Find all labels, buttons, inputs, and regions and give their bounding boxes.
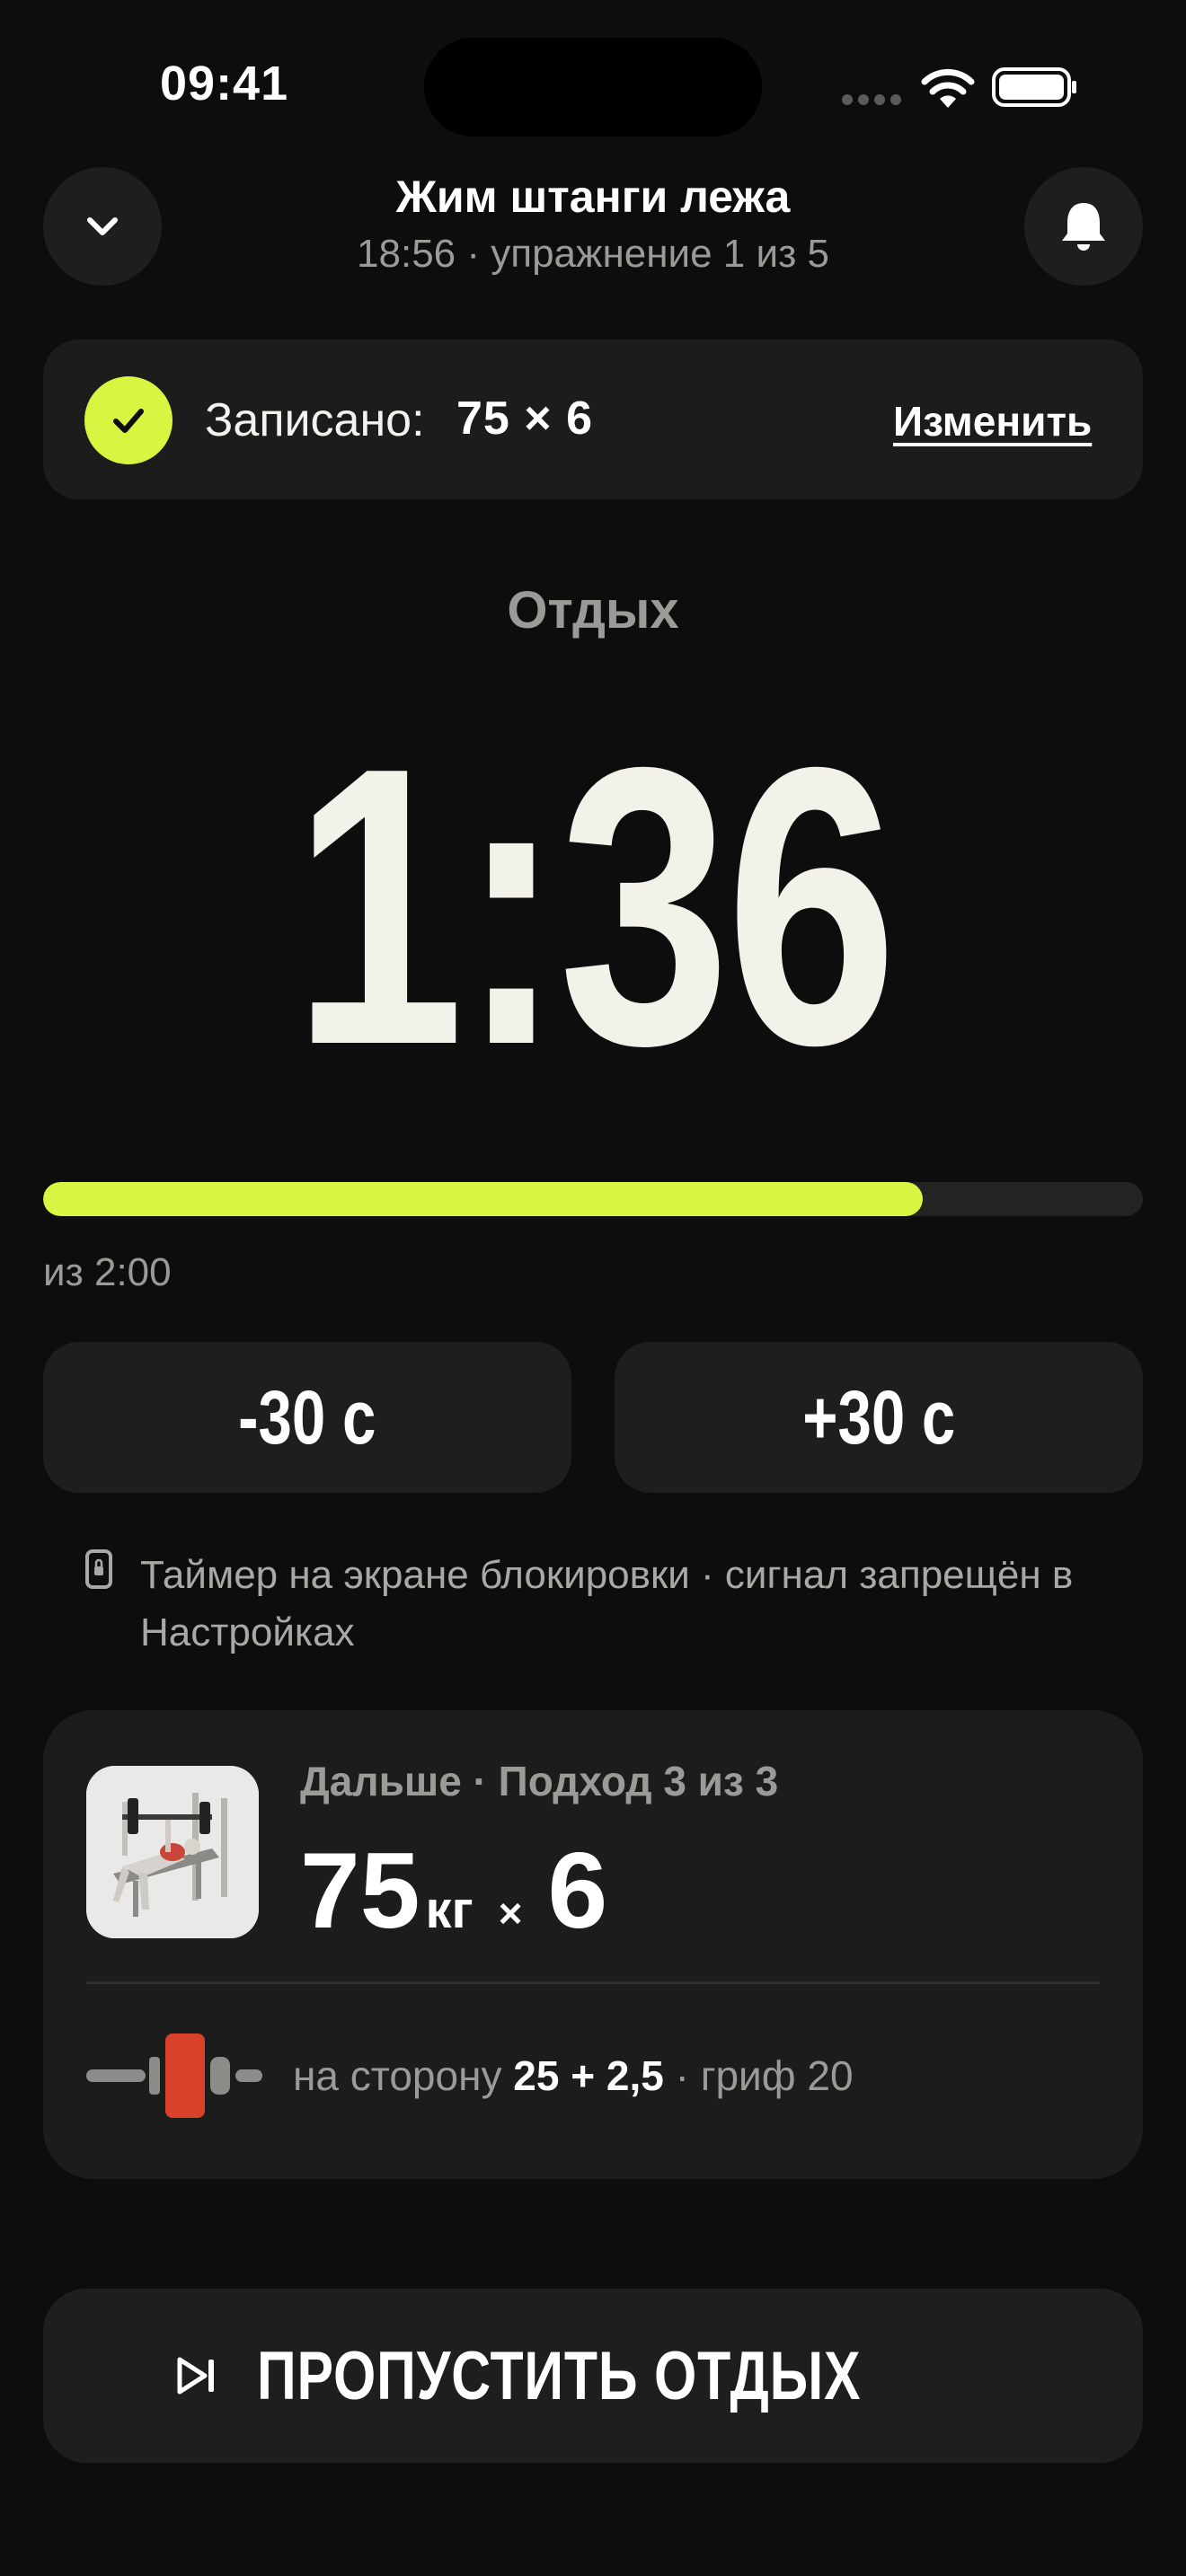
lock-screen-note: Таймер на экране блокировки · сигнал зап… [140, 1553, 1074, 1654]
add-30s-label: +30 с [801, 1374, 956, 1460]
barbell-plate-icon [86, 2033, 262, 2118]
rest-progress-fill [43, 1182, 924, 1216]
next-set-target: 75 кг × 6 [300, 1829, 607, 1953]
lock-icon [85, 1549, 112, 1589]
dynamic-island [424, 38, 762, 137]
bar-weight: · гриф 20 [675, 2052, 854, 2099]
subtract-30s-button[interactable]: -30 с [43, 1342, 571, 1493]
skip-rest-label: ПРОПУСТИТЬ ОТДЫХ [256, 2337, 862, 2414]
card-divider [86, 1981, 1100, 1984]
battery-icon [992, 67, 1076, 107]
subtract-30s-label: -30 с [238, 1374, 376, 1460]
recorded-value: 75 × 6 [456, 393, 594, 445]
wifi-icon [921, 68, 975, 108]
bench-press-illustration [86, 1766, 259, 1938]
next-weight-unit: кг [425, 1881, 474, 1939]
chevron-down-icon [87, 217, 118, 235]
skip-forward-icon [177, 2357, 214, 2395]
plates-prefix: на сторону [293, 2052, 502, 2099]
cellular-signal-icon [842, 94, 901, 105]
skip-rest-button[interactable]: ПРОПУСТИТЬ ОТДЫХ [43, 2289, 1143, 2463]
recorded-label: Записано: [205, 394, 425, 446]
bell-icon [1062, 203, 1105, 251]
recorded-check-badge [84, 376, 173, 464]
notifications-button[interactable] [1024, 167, 1143, 286]
exercise-title: Жим штанги лежа [395, 172, 791, 222]
rest-timer: 1:36 [292, 686, 898, 1127]
rest-label: Отдых [507, 581, 679, 640]
plates-per-side: на сторону 25 + 2,5 · гриф 20 [293, 2051, 854, 2100]
next-set-label: Дальше · Подход 3 из 3 [300, 1758, 779, 1804]
exercise-thumbnail [86, 1766, 259, 1938]
add-30s-button[interactable]: +30 с [615, 1342, 1143, 1493]
checkmark-icon [113, 409, 144, 433]
rest-total: из 2:00 [43, 1250, 172, 1294]
times-sign: × [498, 1890, 523, 1936]
workout-progress-subtitle: 18:56 · упражнение 1 из 5 [357, 232, 829, 276]
plates-value: 25 + 2,5 [513, 2052, 664, 2099]
next-reps: 6 [547, 1831, 608, 1951]
edit-recorded-link[interactable]: Изменить [893, 397, 1092, 446]
next-weight: 75 [300, 1831, 420, 1951]
status-time: 09:41 [160, 57, 289, 110]
rest-progress-bar [43, 1182, 1143, 1216]
collapse-button[interactable] [43, 167, 162, 286]
